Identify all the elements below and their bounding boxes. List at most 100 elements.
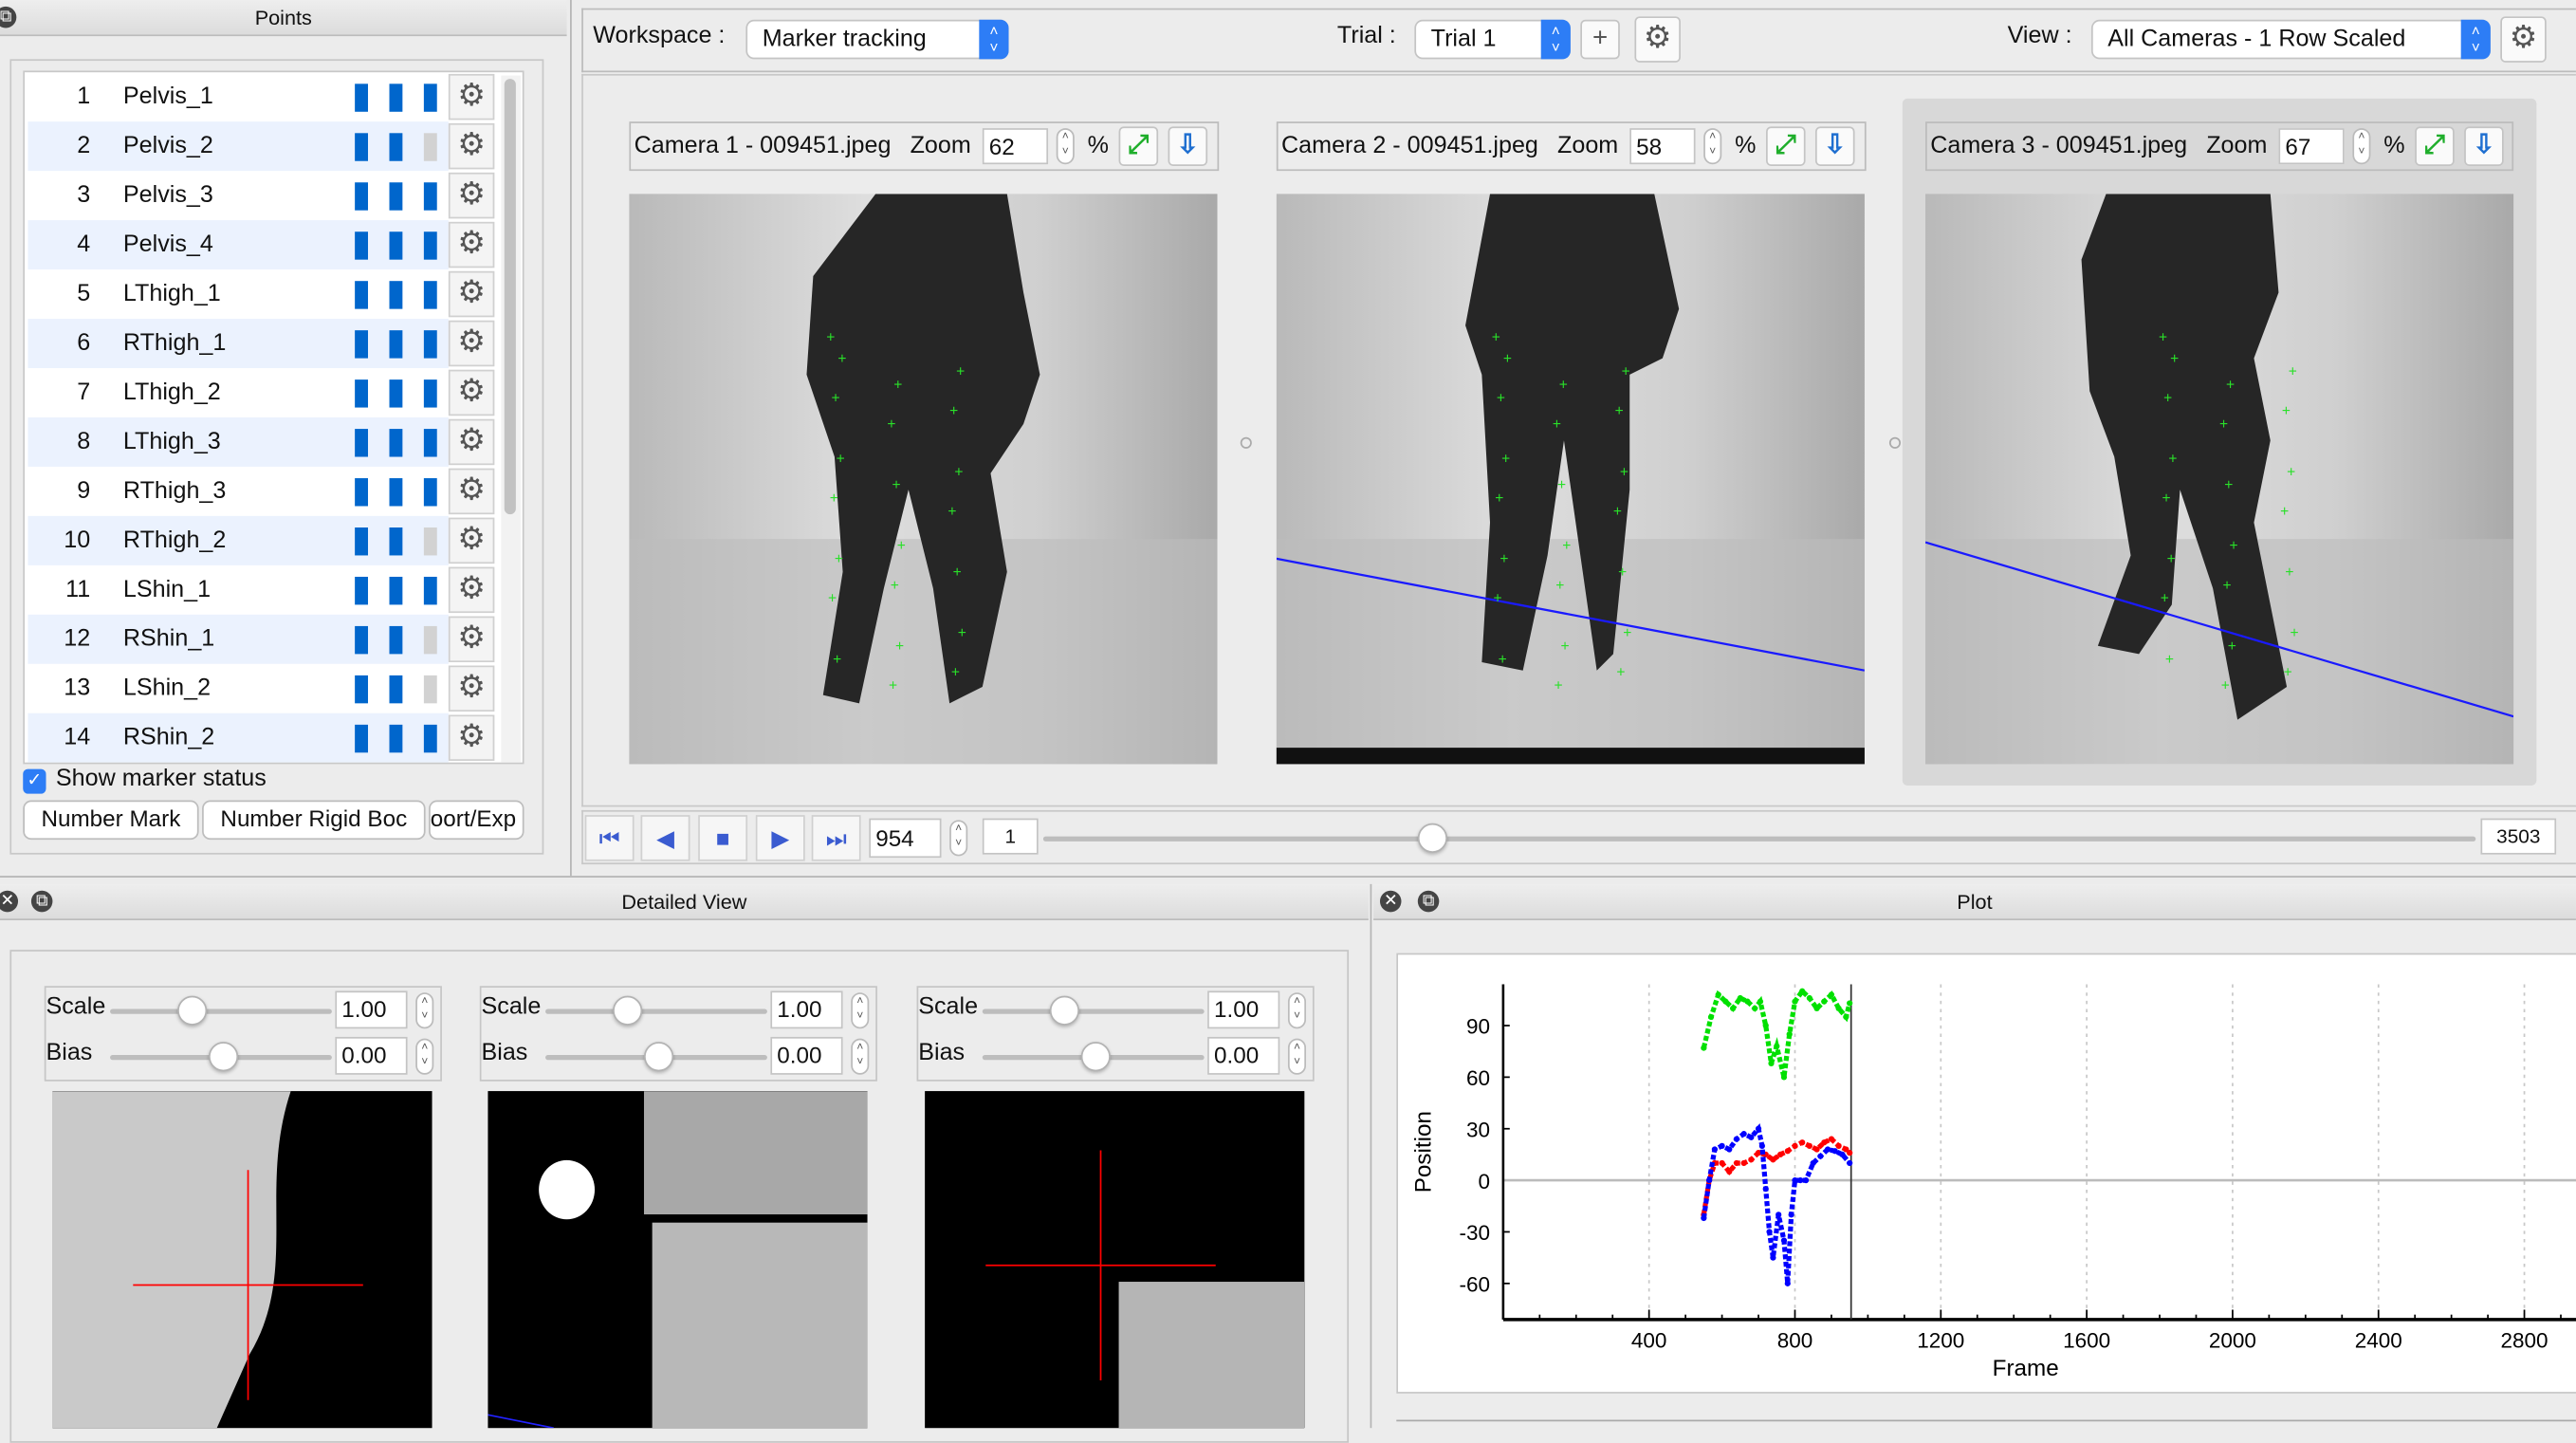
detail-image-2[interactable]: [488, 1091, 868, 1429]
list-item[interactable]: 5 LThigh_1: [28, 269, 448, 319]
list-item[interactable]: 6 RThigh_1: [28, 319, 449, 368]
point-settings-gear-icon[interactable]: ⚙: [448, 418, 495, 466]
point-settings-gear-icon[interactable]: ⚙: [448, 320, 495, 367]
splitter[interactable]: [0, 876, 2576, 878]
bias-spinner[interactable]: ˄ ˅: [1287, 1038, 1307, 1075]
scale-spinner[interactable]: ˄ ˅: [415, 992, 434, 1029]
list-item[interactable]: 8 LThigh_3: [28, 416, 449, 467]
scale-slider-knob[interactable]: [177, 995, 208, 1026]
point-settings-gear-icon[interactable]: ⚙: [448, 665, 495, 712]
point-settings-gear-icon[interactable]: ⚙: [448, 73, 495, 120]
splitter[interactable]: [570, 0, 572, 877]
zoom-input[interactable]: 62: [982, 128, 1049, 165]
trial-select[interactable]: Trial 1 ˄ ˅: [1414, 19, 1571, 60]
zoom-input[interactable]: 67: [2278, 128, 2345, 165]
bias-input[interactable]: 0.00: [335, 1036, 408, 1075]
list-item[interactable]: 4 Pelvis_4: [28, 220, 449, 270]
list-item[interactable]: 1 Pelvis_1: [28, 72, 448, 121]
last-frame-button[interactable]: ⏭: [811, 815, 861, 861]
zoom-spinner[interactable]: ˄ ˅: [1056, 128, 1075, 165]
close-icon[interactable]: ✕: [0, 890, 19, 913]
point-settings-gear-icon[interactable]: ⚙: [448, 172, 495, 219]
close-icon[interactable]: ✕: [1379, 890, 1402, 913]
view-select[interactable]: All Cameras - 1 Row Scaled ˄ ˅: [2090, 19, 2491, 60]
zoom-spinner[interactable]: ˄ ˅: [2352, 128, 2371, 165]
scale-slider-knob[interactable]: [1049, 995, 1079, 1026]
view-settings-gear-icon[interactable]: ⚙: [2500, 16, 2547, 63]
splitter-handle[interactable]: [1888, 436, 1902, 449]
list-item[interactable]: 7 LThigh_2: [28, 368, 448, 417]
bias-slider-knob[interactable]: [1080, 1042, 1111, 1072]
list-item[interactable]: 13 LShin_2: [28, 664, 448, 713]
list-item[interactable]: 12 RShin_1: [28, 614, 449, 664]
position-plot[interactable]: 400 800 1200 1600 2000 2400 2800 -60 -30 0 30 60 90 F…: [1398, 954, 2576, 1395]
add-trial-button[interactable]: +: [1580, 19, 1620, 60]
splitter-handle[interactable]: [1240, 436, 1252, 449]
point-settings-gear-icon[interactable]: ⚙: [448, 221, 495, 268]
bias-slider-knob[interactable]: [208, 1042, 239, 1072]
list-item[interactable]: 9 RThigh_3: [28, 467, 448, 516]
float-icon[interactable]: ⧉: [30, 890, 53, 913]
frame-slider[interactable]: [1042, 836, 2476, 842]
scale-slider[interactable]: [545, 1008, 767, 1014]
frame-step-input[interactable]: 1: [982, 818, 1039, 855]
point-settings-gear-icon[interactable]: ⚙: [448, 616, 495, 663]
bias-slider-knob[interactable]: [643, 1042, 674, 1072]
list-item[interactable]: 14 RShin_2: [28, 712, 449, 763]
point-settings-gear-icon[interactable]: ⚙: [448, 122, 495, 170]
scrollbar-thumb[interactable]: [504, 79, 516, 515]
fit-to-view-icon[interactable]: ⤢: [1118, 126, 1159, 166]
export-image-icon[interactable]: ⇩: [1168, 126, 1208, 166]
fit-to-view-icon[interactable]: ⤢: [2415, 126, 2455, 166]
detail-image-1[interactable]: [52, 1091, 432, 1429]
splitter[interactable]: [1370, 883, 1372, 1429]
camera-3-image[interactable]: + + + + + + + + + + + + + + + + + + + + + +: [1925, 194, 2514, 765]
bias-input[interactable]: 0.00: [1207, 1036, 1280, 1075]
point-settings-gear-icon[interactable]: ⚙: [448, 270, 495, 318]
first-frame-button[interactable]: ⏮: [584, 815, 635, 861]
bias-spinner[interactable]: ˄ ˅: [851, 1038, 870, 1075]
previous-frame-button[interactable]: ◀: [640, 815, 690, 861]
camera-1-image[interactable]: + + + + + + + + + + + + + + + + + + + + + +: [629, 194, 1218, 765]
bias-input[interactable]: 0.00: [770, 1036, 843, 1075]
float-icon[interactable]: ⧉: [1417, 890, 1440, 913]
point-settings-gear-icon[interactable]: ⚙: [448, 714, 495, 761]
number-markers-button[interactable]: Number Mark: [23, 800, 199, 841]
scale-spinner[interactable]: ˄ ˅: [1287, 992, 1307, 1029]
frame-spinner[interactable]: ˄ ˅: [949, 820, 968, 857]
camera-2-image[interactable]: + + + + + + + + + + + + + + + + + + + + + +: [1276, 194, 1865, 749]
scale-slider[interactable]: [982, 1008, 1205, 1014]
list-item[interactable]: 3 Pelvis_3: [28, 171, 448, 220]
bias-spinner[interactable]: ˄ ˅: [415, 1038, 434, 1075]
fit-to-view-icon[interactable]: ⤢: [1766, 126, 1806, 166]
stop-button[interactable]: ■: [698, 815, 748, 861]
list-item[interactable]: 2 Pelvis_2: [28, 121, 449, 172]
point-settings-gear-icon[interactable]: ⚙: [448, 468, 495, 515]
list-item[interactable]: 11 LShin_1: [28, 565, 448, 615]
workspace-select[interactable]: Marker tracking ˄ ˅: [745, 19, 1009, 60]
scale-spinner[interactable]: ˄ ˅: [851, 992, 870, 1029]
point-settings-gear-icon[interactable]: ⚙: [448, 566, 495, 614]
next-frame-button[interactable]: ▶: [755, 815, 805, 861]
scale-input[interactable]: 1.00: [1207, 990, 1280, 1029]
zoom-spinner[interactable]: ˄ ˅: [1703, 128, 1722, 165]
scale-slider-knob[interactable]: [613, 995, 643, 1026]
point-settings-gear-icon[interactable]: ⚙: [448, 369, 495, 416]
export-image-icon[interactable]: ⇩: [1814, 126, 1855, 166]
scrollbar-track[interactable]: [501, 75, 522, 763]
zoom-input[interactable]: 58: [1629, 128, 1696, 165]
import-export-button[interactable]: oort/Exp: [429, 800, 524, 841]
points-list[interactable]: 1 Pelvis_1 ⚙ 2 Pelvis_2 ⚙ 3 Pelvis_3 ⚙ 4 Pelvis_4 ⚙…: [23, 70, 524, 765]
current-frame-input[interactable]: 954: [869, 818, 942, 859]
show-marker-status-checkbox[interactable]: ✓: [23, 768, 46, 794]
scale-input[interactable]: 1.00: [770, 990, 843, 1029]
number-rigid-bodies-button[interactable]: Number Rigid Boc: [202, 800, 426, 841]
export-image-icon[interactable]: ⇩: [2464, 126, 2504, 166]
scale-input[interactable]: 1.00: [335, 990, 408, 1029]
trial-settings-gear-icon[interactable]: ⚙: [1634, 16, 1681, 63]
detail-image-3[interactable]: [925, 1091, 1305, 1429]
scale-slider[interactable]: [110, 1008, 332, 1014]
point-settings-gear-icon[interactable]: ⚙: [448, 517, 495, 564]
list-item[interactable]: 10 RThigh_2: [28, 515, 449, 565]
float-icon[interactable]: ⧉: [0, 6, 17, 28]
